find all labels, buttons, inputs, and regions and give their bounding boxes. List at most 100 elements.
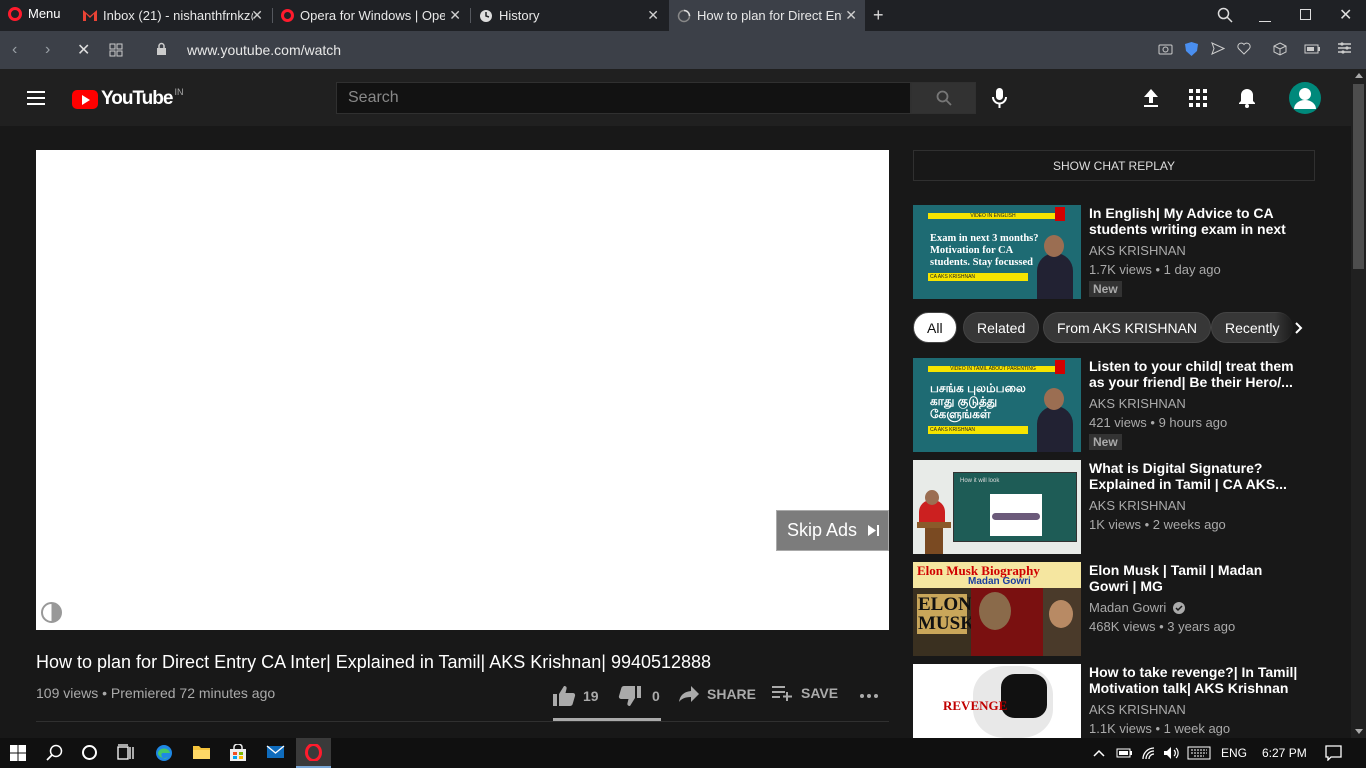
close-icon[interactable]: ✕: [647, 7, 659, 24]
vpn-shield-icon[interactable]: [1185, 42, 1198, 56]
edge-icon[interactable]: [155, 744, 173, 762]
rec-title[interactable]: How to take revenge?| In Tamil| Motivati…: [1089, 664, 1299, 696]
show-hidden-icons-chevron-icon[interactable]: [1093, 749, 1105, 757]
microphone-icon[interactable]: [991, 87, 1008, 109]
search-tabs-icon[interactable]: [1217, 7, 1233, 23]
tab-title: Opera for Windows | Opera: [300, 8, 445, 23]
avatar[interactable]: [1289, 82, 1321, 114]
skip-ads-button[interactable]: Skip Ads: [776, 510, 889, 551]
guide-menu-icon[interactable]: [27, 91, 45, 109]
dislike-button[interactable]: 0: [618, 685, 660, 707]
chip-related[interactable]: Related: [963, 312, 1040, 343]
rec-channel[interactable]: AKS KRISHNAN: [1089, 396, 1299, 411]
system-clock[interactable]: 6:27 PM: [1262, 746, 1307, 760]
recommended-video[interactable]: VIDEO IN ENGLISH Exam in next 3 months? …: [913, 205, 1313, 299]
window-close-icon[interactable]: ✕: [1339, 5, 1352, 25]
camera-icon[interactable]: [1158, 42, 1173, 55]
battery-saver-icon[interactable]: [1304, 44, 1321, 54]
video-thumbnail[interactable]: VIDEO IN ENGLISH Exam in next 3 months? …: [913, 205, 1081, 299]
save-button[interactable]: SAVE: [772, 685, 838, 701]
recommended-video[interactable]: VIDEO IN TAMIL ABOUT PARENTING பசங்க புல…: [913, 358, 1313, 452]
windows-start-icon[interactable]: [10, 745, 26, 761]
tab-opera[interactable]: Opera for Windows | Opera ✕: [273, 0, 469, 31]
rec-title[interactable]: What is Digital Signature? Explained in …: [1089, 460, 1299, 492]
opera-logo-icon: [8, 6, 22, 21]
close-icon[interactable]: ✕: [251, 7, 263, 24]
scroll-thumb[interactable]: [1353, 84, 1364, 269]
search-box: [336, 82, 911, 114]
video-thumbnail[interactable]: REVENGE: [913, 664, 1081, 738]
skip-next-icon: [868, 525, 880, 536]
restore-icon[interactable]: [1300, 9, 1311, 20]
rec-title[interactable]: Listen to your child| treat them as your…: [1089, 358, 1299, 390]
tab-youtube-active[interactable]: How to plan for Direct Entry ✕: [669, 0, 865, 31]
address-bar: ‹ › ✕ www.youtube.com/watch: [0, 31, 1366, 69]
send-icon[interactable]: [1211, 42, 1225, 55]
recommended-video[interactable]: Elon Musk Biography Madan Gowri ELON MUS…: [913, 562, 1313, 656]
close-icon[interactable]: ✕: [449, 7, 461, 24]
heart-icon[interactable]: [1237, 42, 1251, 55]
action-center-icon[interactable]: [1325, 745, 1342, 761]
recommended-video[interactable]: How it will look What is Digital Signatu…: [913, 460, 1313, 554]
skip-ads-label: Skip Ads: [787, 520, 858, 540]
apps-grid-icon[interactable]: [1189, 89, 1207, 107]
rec-channel[interactable]: Madan Gowri: [1089, 600, 1299, 615]
url-field[interactable]: www.youtube.com/watch: [187, 42, 341, 58]
scroll-down-arrow-icon[interactable]: [1355, 729, 1363, 734]
easy-setup-icon[interactable]: [1338, 42, 1351, 54]
scroll-up-arrow-icon[interactable]: [1355, 73, 1363, 78]
taskbar-opera-button[interactable]: [296, 738, 331, 768]
tab-history[interactable]: History ✕: [471, 0, 667, 31]
upload-icon[interactable]: [1142, 88, 1160, 108]
dislike-count: 0: [652, 688, 660, 704]
search-button[interactable]: [911, 82, 976, 114]
wifi-icon[interactable]: [1141, 746, 1157, 760]
extensions-cube-icon[interactable]: [1273, 42, 1287, 56]
rec-channel[interactable]: AKS KRISHNAN: [1089, 498, 1299, 513]
opera-menu-button[interactable]: Menu: [8, 6, 61, 21]
video-title: How to plan for Direct Entry CA Inter| E…: [36, 652, 712, 672]
search-icon[interactable]: [46, 744, 63, 761]
video-thumbnail[interactable]: How it will look: [913, 460, 1081, 554]
volume-icon[interactable]: [1163, 746, 1180, 760]
tab-gmail[interactable]: Inbox (21) - nishanthfrnkz@ ✕: [75, 0, 271, 31]
logo-text: YouTube: [101, 88, 173, 109]
cortana-icon[interactable]: [81, 744, 98, 761]
keyboard-icon[interactable]: [1187, 746, 1211, 760]
task-view-icon[interactable]: [117, 744, 135, 761]
video-thumbnail[interactable]: VIDEO IN TAMIL ABOUT PARENTING பசங்க புல…: [913, 358, 1081, 452]
notifications-bell-icon[interactable]: [1238, 88, 1256, 108]
recommended-video[interactable]: REVENGE How to take revenge?| In Tamil| …: [913, 664, 1313, 738]
rec-title[interactable]: In English| My Advice to CA students wri…: [1089, 205, 1299, 237]
battery-icon[interactable]: [1116, 748, 1133, 758]
mail-icon[interactable]: [266, 744, 285, 760]
chip-from-channel[interactable]: From AKS KRISHNAN: [1043, 312, 1212, 343]
share-button[interactable]: SHARE: [678, 685, 756, 703]
back-icon[interactable]: ‹: [12, 41, 17, 59]
rec-title[interactable]: Elon Musk | Tamil | Madan Gowri | MG: [1089, 562, 1299, 594]
search-input[interactable]: [337, 83, 910, 113]
chips-next-button[interactable]: [1275, 312, 1315, 344]
show-chat-replay-button[interactable]: SHOW CHAT REPLAY: [913, 150, 1315, 181]
youtube-logo[interactable]: YouTube IN: [72, 87, 183, 110]
file-explorer-icon[interactable]: [192, 744, 211, 760]
thumb-subtitle: Madan Gowri: [968, 576, 1031, 587]
video-thumbnail[interactable]: Elon Musk Biography Madan Gowri ELON MUS…: [913, 562, 1081, 656]
speed-dial-icon[interactable]: [109, 43, 123, 57]
like-button[interactable]: 19: [552, 685, 599, 707]
chip-all[interactable]: All: [913, 312, 957, 343]
input-language[interactable]: ENG: [1221, 746, 1247, 760]
minimize-icon[interactable]: [1259, 21, 1271, 22]
forward-icon[interactable]: ›: [45, 41, 50, 59]
video-player[interactable]: Skip Ads: [36, 150, 889, 630]
new-badge: New: [1089, 434, 1122, 450]
lock-icon[interactable]: [156, 42, 167, 56]
store-icon[interactable]: [229, 744, 247, 762]
new-tab-plus-icon[interactable]: +: [873, 5, 884, 26]
rec-channel[interactable]: AKS KRISHNAN: [1089, 243, 1299, 258]
page-scrollbar[interactable]: [1351, 69, 1366, 738]
stop-loading-icon[interactable]: ✕: [77, 40, 90, 60]
rec-channel[interactable]: AKS KRISHNAN: [1089, 702, 1299, 717]
more-actions-icon[interactable]: [859, 689, 879, 703]
close-icon[interactable]: ✕: [845, 7, 857, 24]
